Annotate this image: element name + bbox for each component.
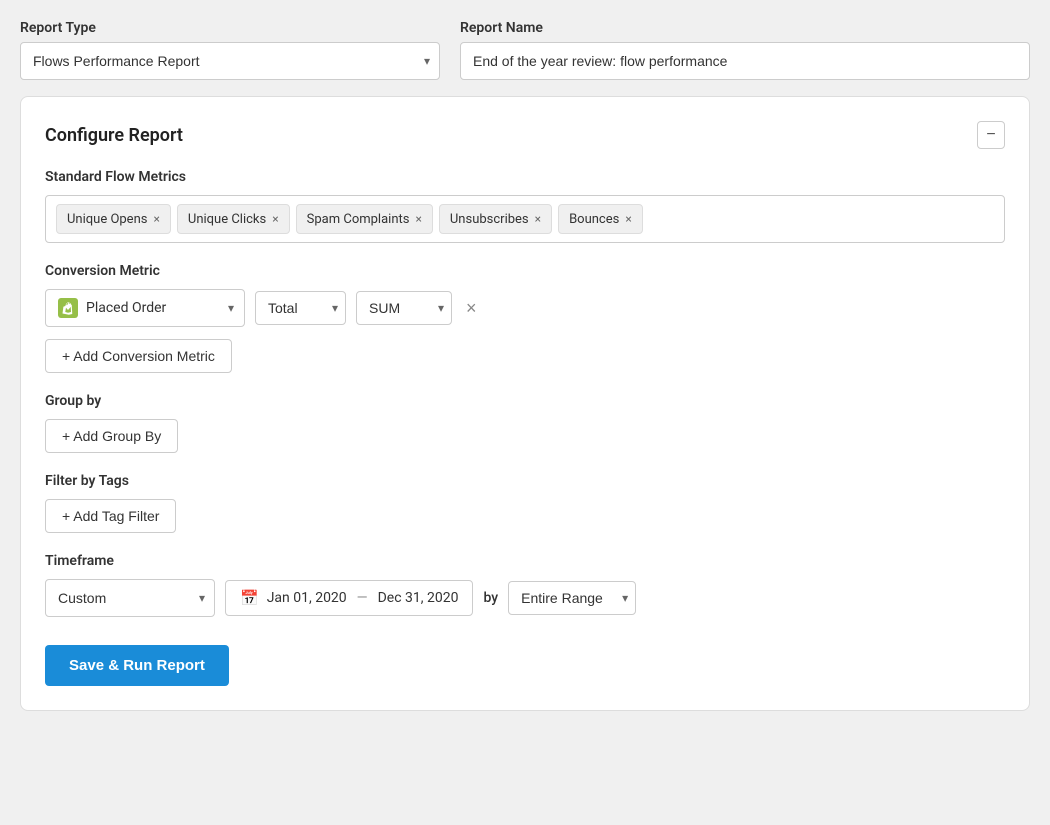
- tag-unique-clicks: Unique Clicks ×: [177, 204, 290, 234]
- total-select[interactable]: Total Unique: [255, 291, 346, 325]
- tag-unique-clicks-close[interactable]: ×: [272, 213, 278, 225]
- tag-bounces: Bounces ×: [558, 204, 643, 234]
- standard-metrics-section: Standard Flow Metrics Unique Opens × Uni…: [45, 169, 1005, 243]
- timeframe-section: Timeframe Custom Last 7 Days Last 30 Day…: [45, 553, 1005, 617]
- tag-unsubscribes: Unsubscribes ×: [439, 204, 552, 234]
- sum-select[interactable]: SUM AVG COUNT: [356, 291, 452, 325]
- date-end: Dec 31, 2020: [378, 590, 459, 606]
- conversion-metric-label: Conversion Metric: [45, 263, 1005, 279]
- date-range-box[interactable]: 📅 Jan 01, 2020 — Dec 31, 2020: [225, 580, 473, 616]
- total-select-wrapper: Total Unique ▾: [255, 291, 346, 325]
- timeframe-label: Timeframe: [45, 553, 1005, 569]
- configure-report-title: Configure Report: [45, 125, 183, 146]
- report-name-group: Report Name: [460, 20, 1030, 80]
- tag-bounces-close[interactable]: ×: [625, 213, 631, 225]
- collapse-button[interactable]: −: [977, 121, 1005, 149]
- standard-metrics-label: Standard Flow Metrics: [45, 169, 1005, 185]
- add-group-by-button[interactable]: + Add Group By: [45, 419, 178, 453]
- placed-order-select[interactable]: Placed Order ▾: [45, 289, 245, 327]
- report-type-group: Report Type Flows Performance Report ▾: [20, 20, 440, 80]
- metrics-tags-container: Unique Opens × Unique Clicks × Spam Comp…: [45, 195, 1005, 243]
- add-conversion-metric-button[interactable]: + Add Conversion Metric: [45, 339, 232, 373]
- conversion-row: Placed Order ▾ Total Unique ▾ SUM AVG: [45, 289, 1005, 327]
- card-header: Configure Report −: [45, 121, 1005, 149]
- placed-order-chevron-icon: ▾: [228, 301, 234, 315]
- filter-tags-label: Filter by Tags: [45, 473, 1005, 489]
- report-name-input[interactable]: [460, 42, 1030, 80]
- save-run-report-button[interactable]: Save & Run Report: [45, 645, 229, 686]
- by-label: by: [483, 590, 498, 606]
- page-wrapper: Report Type Flows Performance Report ▾ R…: [0, 0, 1050, 825]
- tag-spam-complaints-label: Spam Complaints: [307, 212, 410, 227]
- tag-unsubscribes-close[interactable]: ×: [535, 213, 541, 225]
- tag-unsubscribes-label: Unsubscribes: [450, 212, 529, 227]
- add-tag-filter-button[interactable]: + Add Tag Filter: [45, 499, 176, 533]
- top-row: Report Type Flows Performance Report ▾ R…: [20, 20, 1030, 80]
- tag-unique-opens-label: Unique Opens: [67, 212, 147, 227]
- timeframe-select[interactable]: Custom Last 7 Days Last 30 Days Last 90 …: [45, 579, 215, 617]
- tag-unique-opens-close[interactable]: ×: [153, 213, 159, 225]
- report-type-select-wrapper: Flows Performance Report ▾: [20, 42, 440, 80]
- configure-card: Configure Report − Standard Flow Metrics…: [20, 96, 1030, 711]
- timeframe-row: Custom Last 7 Days Last 30 Days Last 90 …: [45, 579, 1005, 617]
- group-by-label: Group by: [45, 393, 1005, 409]
- collapse-icon: −: [986, 126, 995, 144]
- report-type-label: Report Type: [20, 20, 440, 36]
- tag-bounces-label: Bounces: [569, 212, 619, 227]
- report-type-select[interactable]: Flows Performance Report: [20, 42, 440, 80]
- remove-conversion-button[interactable]: ×: [462, 299, 481, 317]
- group-by-section: Group by + Add Group By: [45, 393, 1005, 453]
- calendar-icon: 📅: [240, 589, 259, 607]
- shopify-icon: [58, 298, 78, 318]
- tag-spam-complaints-close[interactable]: ×: [415, 213, 421, 225]
- timeframe-select-wrapper: Custom Last 7 Days Last 30 Days Last 90 …: [45, 579, 215, 617]
- tag-unique-opens: Unique Opens ×: [56, 204, 171, 234]
- date-start: Jan 01, 2020: [267, 590, 347, 606]
- tag-unique-clicks-label: Unique Clicks: [188, 212, 266, 227]
- sum-select-wrapper: SUM AVG COUNT ▾: [356, 291, 452, 325]
- placed-order-text: Placed Order: [86, 300, 208, 316]
- conversion-metric-section: Conversion Metric Placed Order ▾: [45, 263, 1005, 373]
- entire-range-select[interactable]: Entire Range Day Week Month: [508, 581, 636, 615]
- date-dash: —: [357, 590, 368, 606]
- report-name-label: Report Name: [460, 20, 1030, 36]
- filter-tags-section: Filter by Tags + Add Tag Filter: [45, 473, 1005, 533]
- tag-spam-complaints: Spam Complaints ×: [296, 204, 433, 234]
- entire-range-wrapper: Entire Range Day Week Month ▾: [508, 581, 636, 615]
